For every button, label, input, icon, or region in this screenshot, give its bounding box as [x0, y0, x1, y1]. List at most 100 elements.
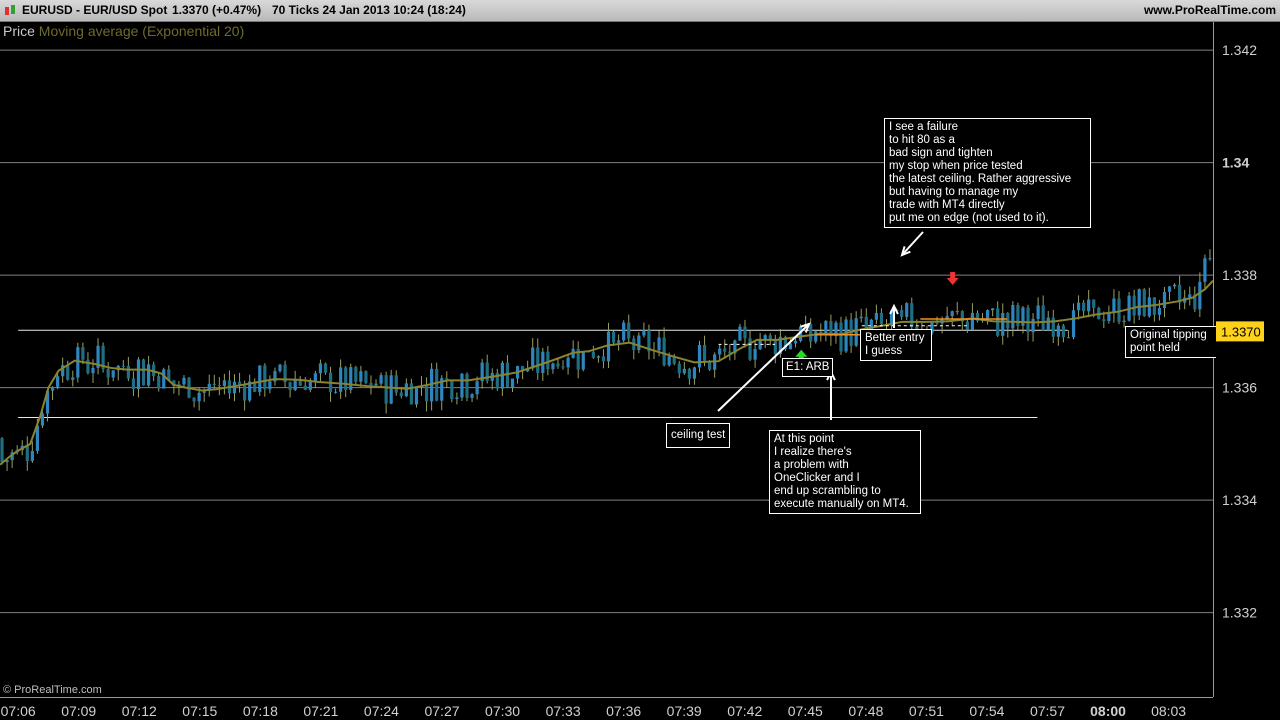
candle-body	[879, 312, 884, 324]
candle-body	[551, 363, 555, 370]
price-chart[interactable]: 1.332 1.334 1.336 1.338 1.34 1.342 1.3370 07:06…	[0, 0, 1280, 720]
candle-body	[354, 367, 358, 382]
candle-body	[111, 370, 115, 378]
candle-body	[606, 331, 611, 362]
candle-body	[723, 348, 727, 352]
candle-body	[596, 356, 601, 358]
candle-body	[773, 339, 777, 355]
candle-body	[637, 335, 641, 350]
x-tick-label: 07:06	[1, 703, 36, 719]
copyright: © ProRealTime.com	[3, 684, 102, 696]
candle-body	[460, 373, 464, 398]
candle-body	[738, 326, 742, 341]
candle-body	[1011, 305, 1015, 329]
y-tick-label: 1.332	[1222, 605, 1257, 621]
candle-body	[687, 368, 691, 379]
candle-body	[1092, 299, 1096, 308]
candle-body	[71, 377, 75, 380]
annotation-better-entry: Better entry I guess	[860, 329, 932, 361]
chart-legend: Price Moving average (Exponential 20)	[3, 23, 244, 39]
candle-body	[50, 386, 55, 391]
candle-body	[217, 385, 221, 387]
price-change: 1.3370 (+0.47%)	[172, 3, 262, 17]
candle-body	[824, 321, 828, 334]
candle-body	[1076, 302, 1081, 311]
red-down-arrow-icon	[946, 271, 959, 285]
candle-body	[1122, 320, 1126, 322]
candle-body	[1142, 289, 1146, 317]
candle-body	[1167, 286, 1172, 292]
candle-body	[278, 364, 282, 372]
candle-body	[1061, 325, 1065, 338]
x-tick-label: 07:24	[364, 703, 399, 719]
candle-body	[1036, 305, 1040, 319]
candle-body	[1102, 319, 1106, 322]
candle-body	[809, 324, 813, 342]
candle-body	[905, 303, 909, 317]
candle-body	[692, 367, 697, 379]
candle-body	[308, 381, 312, 390]
candle-body	[1203, 258, 1207, 282]
candle-body	[379, 375, 383, 384]
candle-body	[263, 365, 267, 390]
candle-body	[162, 369, 166, 389]
x-tick-label: 07:39	[667, 703, 702, 719]
candle-body	[627, 322, 631, 339]
candle-body	[985, 310, 990, 319]
candle-body	[207, 383, 211, 390]
candle-body	[743, 326, 747, 339]
candle-body	[748, 338, 752, 360]
annotation-ceiling-test: ceiling test	[666, 423, 731, 448]
candle-body	[475, 381, 479, 395]
candle-body	[718, 348, 722, 355]
x-tick-label: 07:54	[969, 703, 1004, 719]
candle-body	[56, 376, 60, 387]
candle-body	[359, 371, 363, 382]
candle-body	[814, 331, 818, 342]
candle-body	[900, 309, 904, 317]
candle-body	[344, 367, 348, 390]
x-tick-label: 07:33	[546, 703, 581, 719]
candle-body	[556, 363, 560, 367]
candle-body	[581, 351, 585, 370]
candle-body	[1001, 313, 1005, 336]
candle-body	[1162, 291, 1167, 309]
candle-body	[1071, 310, 1076, 338]
annotation-e1-arb: E1: ARB	[782, 358, 834, 377]
candle-body	[1137, 289, 1141, 316]
y-tick-label: 1.338	[1222, 267, 1257, 283]
candle-body	[243, 385, 247, 401]
candle-body	[859, 316, 863, 319]
candle-body	[182, 377, 186, 385]
site-link[interactable]: www.ProRealTime.com	[1144, 0, 1276, 21]
candle-body	[1208, 258, 1212, 260]
candle-body	[293, 379, 297, 391]
candle-body	[1157, 308, 1162, 315]
candle-body	[470, 394, 474, 398]
candle-body	[399, 392, 403, 397]
x-tick-label: 07:51	[909, 703, 944, 719]
x-tick-label: 07:18	[243, 703, 278, 719]
candle-body	[566, 357, 570, 368]
candle-body	[697, 344, 702, 368]
x-tick-label: 07:42	[727, 703, 762, 719]
candle-body	[1031, 318, 1035, 333]
instrument-name: EURUSD - EUR/USD Spot	[22, 3, 168, 17]
candle-body	[369, 383, 373, 386]
candle-body	[136, 359, 141, 390]
candle-body	[131, 378, 136, 390]
candle-body	[424, 385, 429, 402]
candle-body	[1132, 295, 1136, 316]
candle-body	[662, 337, 666, 366]
x-tick-label: 07:30	[485, 703, 520, 719]
annotation-original-tipping-point: Original tipping point held	[1125, 326, 1216, 358]
candle-body	[197, 392, 201, 402]
candle-body	[389, 375, 393, 404]
candle-body	[561, 366, 565, 368]
candle-body	[622, 322, 626, 341]
candle-body	[601, 356, 606, 362]
candle-body	[414, 386, 419, 405]
candle-body	[288, 382, 292, 391]
x-tick-label: 07:15	[182, 703, 217, 719]
x-tick-label: 07:45	[788, 703, 823, 719]
